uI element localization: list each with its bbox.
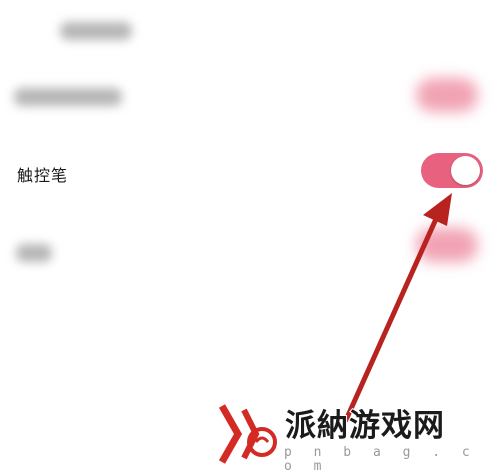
watermark-logo — [218, 404, 277, 464]
annotation-arrow — [343, 193, 452, 423]
watermark-domain: p n b a g . c o m — [284, 445, 477, 474]
watermark-name: 派納游戏网 — [284, 407, 445, 445]
